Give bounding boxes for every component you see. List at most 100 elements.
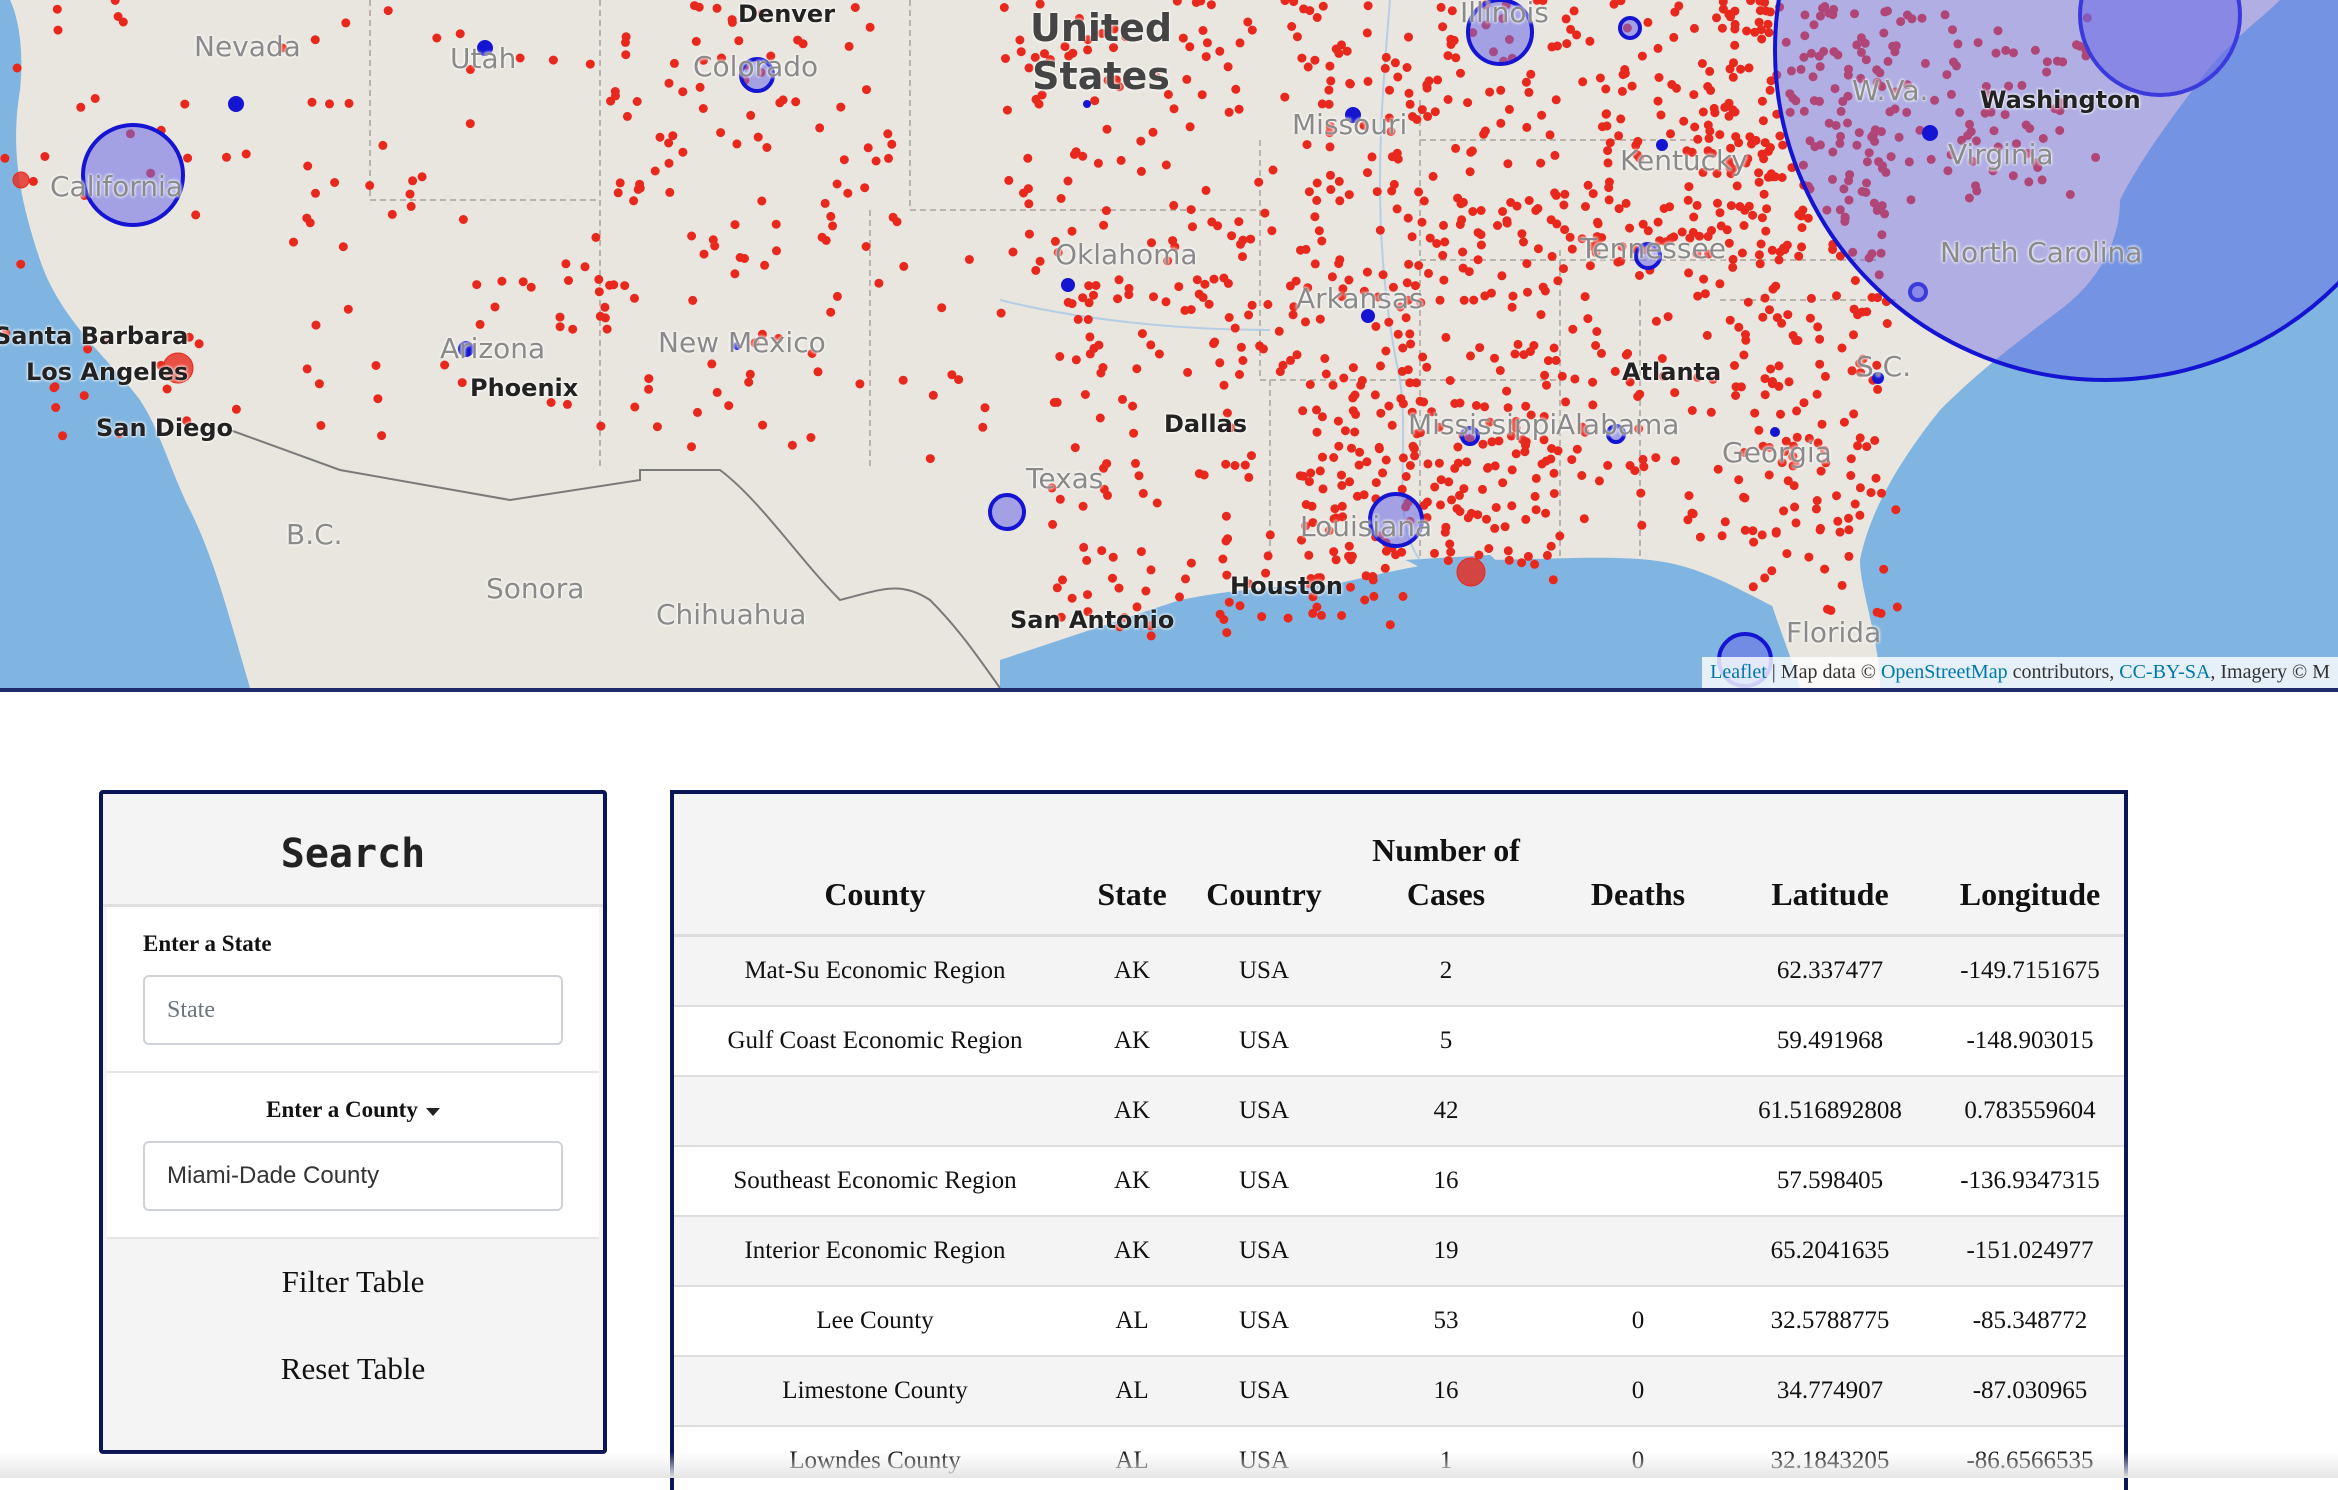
case-dot[interactable]: [760, 261, 769, 270]
table-row[interactable]: Southeast Economic RegionAKUSA1657.59840…: [674, 1146, 2124, 1216]
case-dot[interactable]: [1790, 481, 1799, 490]
case-dot[interactable]: [1798, 223, 1807, 232]
case-dot[interactable]: [1155, 350, 1164, 359]
case-dot[interactable]: [372, 361, 381, 370]
case-dot[interactable]: [1205, 300, 1214, 309]
case-dot[interactable]: [1182, 75, 1191, 84]
case-dot[interactable]: [1103, 125, 1112, 134]
case-dot[interactable]: [1891, 505, 1900, 514]
case-dot[interactable]: [1777, 319, 1786, 328]
case-dot[interactable]: [1238, 252, 1247, 261]
case-dot[interactable]: [699, 104, 708, 113]
case-dot[interactable]: [1433, 75, 1442, 84]
case-dot[interactable]: [1758, 150, 1767, 159]
case-dot[interactable]: [1304, 63, 1313, 72]
case-dot[interactable]: [1794, 252, 1803, 261]
case-dot[interactable]: [1501, 522, 1510, 531]
case-dot[interactable]: [1215, 358, 1224, 367]
case-dot[interactable]: [1289, 0, 1298, 6]
case-dot[interactable]: [1446, 548, 1455, 557]
case-dot[interactable]: [1730, 41, 1739, 50]
case-dot[interactable]: [1422, 363, 1431, 372]
case-dot[interactable]: [1399, 592, 1408, 601]
case-dot[interactable]: [1207, 0, 1216, 9]
case-dot[interactable]: [1381, 64, 1390, 73]
case-dot[interactable]: [1511, 350, 1520, 359]
case-dot[interactable]: [1523, 288, 1532, 297]
case-dot[interactable]: [13, 64, 22, 73]
case-dot[interactable]: [1406, 340, 1415, 349]
case-dot[interactable]: [1355, 448, 1364, 457]
case-dot[interactable]: [614, 188, 623, 197]
case-dot[interactable]: [1185, 42, 1194, 51]
case-dot[interactable]: [1701, 289, 1710, 298]
case-dot[interactable]: [1779, 506, 1788, 515]
case-dot[interactable]: [670, 59, 679, 68]
case-dot[interactable]: [1568, 245, 1577, 254]
case-dot[interactable]: [1222, 512, 1231, 521]
case-dot[interactable]: [1481, 127, 1490, 136]
case-dot[interactable]: [1758, 530, 1767, 539]
case-dot[interactable]: [1328, 272, 1337, 281]
case-dot[interactable]: [1570, 6, 1579, 15]
case-dot[interactable]: [1765, 28, 1774, 37]
case-dot[interactable]: [365, 181, 374, 190]
case-dot[interactable]: [1761, 294, 1770, 303]
case-dot[interactable]: [1193, 275, 1202, 284]
case-dot[interactable]: [1153, 499, 1162, 508]
case-dot[interactable]: [1552, 356, 1561, 365]
case-dot[interactable]: [629, 196, 638, 205]
map[interactable]: Nevada Utah Colorado California Arizona …: [0, 0, 2338, 692]
case-dot[interactable]: [1345, 477, 1354, 486]
case-dot[interactable]: [1684, 196, 1693, 205]
leaflet-link[interactable]: Leaflet: [1710, 661, 1767, 683]
case-dot[interactable]: [114, 12, 123, 21]
case-dot[interactable]: [1186, 122, 1195, 131]
case-dot[interactable]: [1071, 443, 1080, 452]
case-dot[interactable]: [1849, 409, 1858, 418]
case-dot[interactable]: [713, 388, 722, 397]
case-dot[interactable]: [1149, 128, 1158, 137]
case-dot[interactable]: [1312, 196, 1321, 205]
case-dot[interactable]: [1477, 206, 1486, 215]
case-dot[interactable]: [1775, 361, 1784, 370]
case-dot[interactable]: [1492, 503, 1501, 512]
case-dot[interactable]: [1382, 53, 1391, 62]
case-dot[interactable]: [1544, 356, 1553, 365]
case-dot[interactable]: [1804, 214, 1813, 223]
case-dot[interactable]: [1559, 201, 1568, 210]
case-dot[interactable]: [1313, 13, 1322, 22]
case-dot[interactable]: [1048, 520, 1057, 529]
case-dot[interactable]: [1334, 417, 1343, 426]
case-dot[interactable]: [1036, 257, 1045, 266]
case-dot[interactable]: [1202, 186, 1211, 195]
case-dot[interactable]: [1078, 152, 1087, 161]
case-dot[interactable]: [1536, 159, 1545, 168]
case-dot[interactable]: [1581, 292, 1590, 301]
case-dot[interactable]: [1170, 104, 1179, 113]
case-dot[interactable]: [1485, 88, 1494, 97]
case-dot[interactable]: [1437, 475, 1446, 484]
case-dot[interactable]: [1483, 464, 1492, 473]
case-dot[interactable]: [754, 133, 763, 142]
case-dot[interactable]: [1393, 73, 1402, 82]
case-dot[interactable]: [1325, 62, 1334, 71]
case-dot[interactable]: [1231, 324, 1240, 333]
case-dot[interactable]: [744, 378, 753, 387]
case-dot[interactable]: [1426, 234, 1435, 243]
case-dot[interactable]: [1173, 0, 1182, 6]
case-dot[interactable]: [644, 385, 653, 394]
case-dot[interactable]: [1221, 460, 1230, 469]
case-dot[interactable]: [1760, 190, 1769, 199]
case-dot[interactable]: [1589, 189, 1598, 198]
case-dot[interactable]: [1718, 531, 1727, 540]
case-dot[interactable]: [1009, 248, 1018, 257]
case-dot[interactable]: [695, 3, 704, 12]
case-dot[interactable]: [665, 79, 674, 88]
case-dot[interactable]: [1559, 264, 1568, 273]
case-dot[interactable]: [1666, 129, 1675, 138]
case-dot[interactable]: [1390, 180, 1399, 189]
case-dot[interactable]: [678, 87, 687, 96]
case-dot[interactable]: [1337, 611, 1346, 620]
case-dot[interactable]: [616, 178, 625, 187]
